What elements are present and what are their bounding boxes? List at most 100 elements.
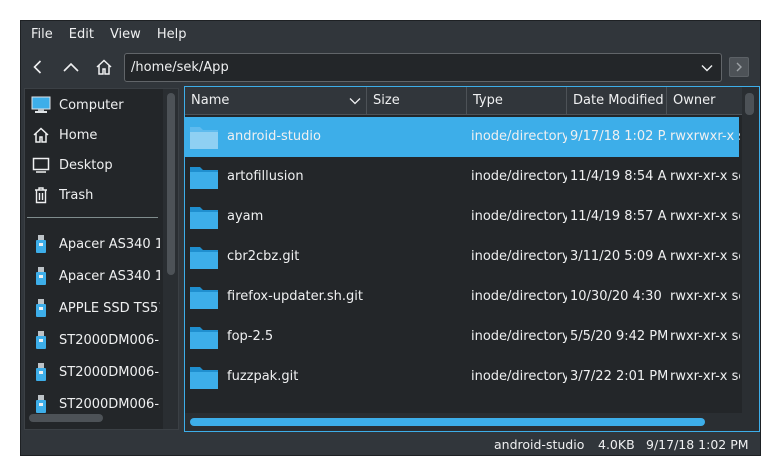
sidebar-item-label: ST2000DM006-2D: [59, 332, 160, 348]
sidebar-item-device[interactable]: ST2000DM006-2D: [25, 325, 160, 355]
sidebar: Computer Home Desktop Trash Apacer AS340…: [24, 88, 179, 430]
folder-icon: [189, 123, 219, 151]
sidebar-scrollbar-thumb[interactable]: [167, 93, 175, 275]
sidebar-item-home[interactable]: Home: [25, 120, 160, 150]
back-button[interactable]: [25, 54, 51, 80]
usb-drive-icon: [31, 266, 51, 286]
cell-owner: rwxr-xr-x se: [670, 169, 740, 184]
table-row[interactable]: cbr2cbz.git inode/directory 3/11/20 5:09 A…: [185, 237, 740, 277]
sidebar-item-device[interactable]: APPLE SSD TS512: [25, 293, 160, 323]
sidebar-item-label: ST2000DM006-2D: [59, 364, 160, 380]
folder-icon: [189, 323, 219, 351]
cell-type: inode/directory: [471, 209, 567, 224]
menubar: File Edit View Help: [21, 21, 760, 49]
cell-size: [373, 317, 467, 357]
cell-date: 3/11/20 5:09 A...: [570, 249, 667, 264]
cell-type: inode/directory: [471, 169, 567, 184]
sidebar-vertical-scrollbar[interactable]: [163, 89, 178, 429]
status-selected-size: 4.0KB: [598, 437, 635, 452]
sidebar-item-computer[interactable]: Computer: [25, 90, 160, 120]
cell-name: artofillusion: [227, 169, 304, 184]
column-header: Name Size Type Date Modified Owner: [185, 87, 743, 115]
sidebar-item-device[interactable]: Apacer AS340 120: [25, 261, 160, 291]
table-row[interactable]: fuzzpak.git inode/directory 3/7/22 2:01 PM…: [185, 357, 740, 397]
sidebar-item-desktop[interactable]: Desktop: [25, 150, 160, 180]
sidebar-item-label: Home: [59, 127, 98, 143]
sidebar-item-trash[interactable]: Trash: [25, 180, 160, 210]
sidebar-item-label: Computer: [59, 97, 124, 113]
table-row[interactable]: android-studio inode/directory 9/17/18 1:0…: [185, 117, 740, 157]
cell-type: inode/directory: [471, 289, 567, 304]
cell-size: [373, 117, 467, 157]
sidebar-item-label: Apacer AS340 120: [59, 268, 160, 284]
cell-owner: rwxr-xr-x se: [670, 289, 740, 304]
file-list-horizontal-thumb[interactable]: [190, 418, 705, 426]
file-list-vertical-scrollbar[interactable]: [742, 87, 759, 431]
table-row[interactable]: firefox-updater.sh.git inode/directory 10/…: [185, 277, 740, 317]
home-icon: [96, 59, 112, 75]
table-row[interactable]: ayam inode/directory11/4/19 8:57 A...rwxr…: [185, 197, 740, 237]
folder-icon: [189, 203, 219, 231]
table-row[interactable]: fop-2.5 inode/directory 5/5/20 9:42 PM rwxr…: [185, 317, 740, 357]
menu-file[interactable]: File: [23, 21, 61, 49]
computer-icon: [31, 95, 51, 115]
file-list-view: Name Size Type Date Modified Owner andro…: [184, 86, 760, 432]
cell-size: [373, 157, 467, 197]
sort-descending-icon: [349, 98, 361, 105]
sidebar-item-label: Trash: [59, 187, 94, 203]
column-header-type[interactable]: Type: [467, 87, 567, 115]
cell-date: 3/7/22 2:01 PM: [570, 369, 667, 384]
sidebar-horizontal-scrollbar[interactable]: [29, 414, 103, 422]
toolbar: /home/sek/App: [21, 51, 760, 85]
cell-type: inode/directory: [471, 329, 567, 344]
path-dropdown-button[interactable]: [696, 55, 718, 80]
cell-size: [373, 197, 467, 237]
folder-icon: [189, 163, 219, 191]
chevron-down-icon: [701, 64, 713, 71]
sidebar-item-device[interactable]: ST2000DM006-2D: [25, 357, 160, 387]
column-header-name[interactable]: Name: [185, 87, 367, 115]
status-bar: android-studio 4.0KB 9/17/18 1:02 PM: [21, 434, 760, 455]
usb-drive-icon: [31, 234, 51, 254]
cell-date: 10/30/20 4:30 ...: [570, 289, 667, 304]
sidebar-item-device[interactable]: Apacer AS340 120: [25, 229, 160, 259]
sidebar-item-label: ST2000DM006-2D: [59, 396, 160, 412]
cell-date: 11/4/19 8:54 A...: [570, 169, 667, 184]
cell-name: cbr2cbz.git: [227, 249, 300, 264]
cell-owner: rwxr-xr-x se: [670, 329, 740, 344]
path-input[interactable]: /home/sek/App: [124, 53, 722, 82]
cell-owner: rwxr-xr-x se: [670, 209, 740, 224]
menu-view[interactable]: View: [102, 21, 149, 49]
sidebar-item-label: Apacer AS340 120: [59, 236, 160, 252]
usb-drive-icon: [31, 330, 51, 350]
file-list-scrollbar-thumb[interactable]: [745, 93, 754, 115]
go-arrow-icon: [736, 62, 742, 72]
column-header-owner[interactable]: Owner: [667, 87, 743, 115]
home-button[interactable]: [91, 54, 117, 80]
file-list-horizontal-scrollbar[interactable]: [185, 413, 742, 431]
folder-icon: [189, 283, 219, 311]
sidebar-item-label: Desktop: [59, 157, 113, 173]
cell-name: android-studio: [227, 129, 321, 144]
folder-icon: [189, 363, 219, 391]
trash-icon: [31, 185, 51, 205]
file-manager-window: File Edit View Help /home/sek/App Comput…: [20, 20, 761, 456]
usb-drive-icon: [31, 298, 51, 318]
cell-date: 5/5/20 9:42 PM: [570, 329, 667, 344]
menu-edit[interactable]: Edit: [61, 21, 102, 49]
sidebar-divider: [27, 217, 158, 218]
folder-icon: [189, 243, 219, 271]
table-row[interactable]: artofillusion inode/directory 11/4/19 8:54…: [185, 157, 740, 197]
cell-date: 9/17/18 1:02 P...: [570, 129, 667, 144]
cell-size: [373, 237, 467, 277]
column-header-size[interactable]: Size: [367, 87, 467, 115]
status-selected-date: 9/17/18 1:02 PM: [646, 437, 749, 452]
cell-owner: rwxr-xr-x se: [670, 249, 740, 264]
go-button[interactable]: [729, 57, 749, 77]
column-header-date-modified[interactable]: Date Modified: [567, 87, 667, 115]
menu-help[interactable]: Help: [149, 21, 195, 49]
path-text: /home/sek/App: [131, 60, 229, 75]
chevron-up-icon: [63, 62, 79, 72]
up-button[interactable]: [58, 54, 84, 80]
cell-name: ayam: [227, 209, 264, 224]
